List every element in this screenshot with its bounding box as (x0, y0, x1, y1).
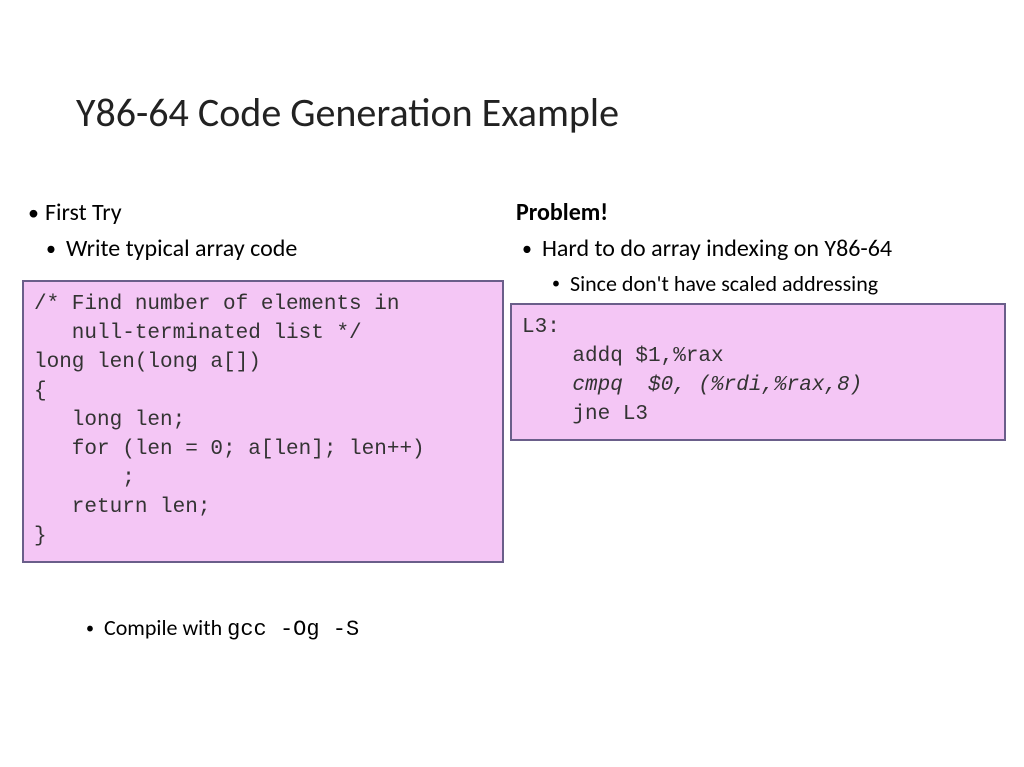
right-bullet-1-row: • Hard to do array indexing on Y86-64 (518, 234, 1008, 264)
slide-title: Y86-64 Code Generation Example (76, 88, 619, 137)
code-line-1: L3: (522, 316, 560, 339)
left-code-block: /* Find number of elements in null-termi… (22, 280, 504, 563)
compile-text: Compile with gcc -Og -S (104, 614, 359, 642)
right-subbullet-1-row: • Since don't have scaled addressing (552, 270, 1008, 298)
left-column: • First Try • Write typical array code (28, 198, 498, 270)
left-bullet-1: Write typical array code (66, 234, 297, 264)
right-code-block: L3: addq $1,%rax cmpq $0, (%rdi,%rax,8) … (510, 303, 1006, 441)
right-column: Problem! • Hard to do array indexing on … (518, 198, 1008, 304)
left-bullet-1-row: • Write typical array code (42, 234, 498, 264)
left-heading: First Try (45, 198, 122, 228)
code-line-3: cmpq $0, (%rdi,%rax,8) (522, 374, 862, 397)
compile-row: • Compile with gcc -Og -S (86, 614, 359, 642)
right-subbullet-1: Since don't have scaled addressing (570, 270, 878, 298)
bullet-dot-icon: • (86, 619, 94, 638)
code-line-4: jne L3 (522, 403, 648, 426)
compile-prefix: Compile with (104, 614, 227, 641)
bullet-dot-icon: • (522, 234, 532, 264)
right-heading-row: Problem! (516, 198, 1008, 228)
right-bullet-1: Hard to do array indexing on Y86-64 (542, 234, 892, 264)
bullet-dot-icon: • (552, 270, 560, 298)
left-heading-row: • First Try (28, 198, 498, 228)
code-line-2: addq $1,%rax (522, 345, 724, 368)
right-heading: Problem! (516, 198, 608, 228)
compile-command: gcc -Og -S (227, 617, 359, 642)
bullet-dot-icon: • (28, 198, 39, 228)
bullet-dot-icon: • (46, 234, 56, 264)
